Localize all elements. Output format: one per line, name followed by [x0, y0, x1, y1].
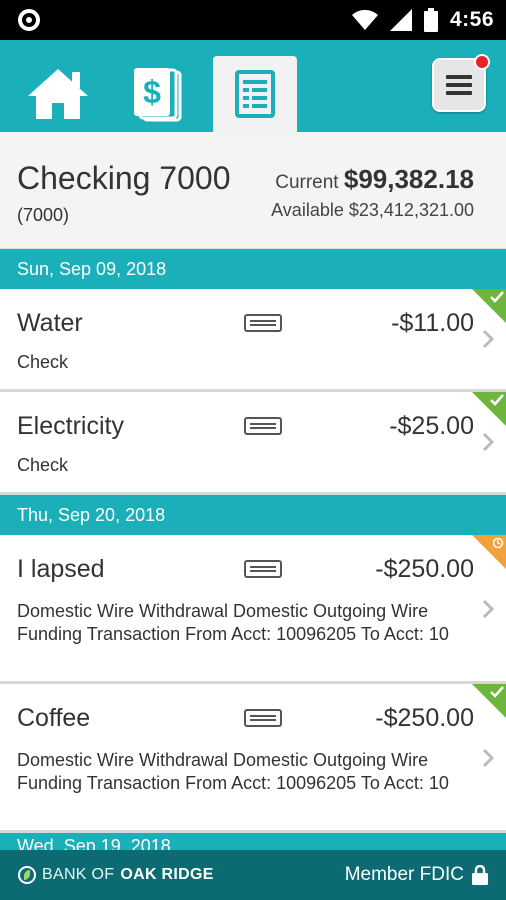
card-icon [244, 314, 282, 332]
footer: BANK OF OAK RIDGE Member FDIC [0, 850, 506, 900]
svg-text:$: $ [143, 74, 161, 110]
transaction-description: Domestic Wire Withdrawal Domestic Outgoi… [17, 601, 449, 644]
date-header: Sun, Sep 09, 2018 [0, 249, 506, 289]
fdic-label: Member FDIC [344, 864, 464, 885]
current-label: Current [275, 172, 339, 193]
home-icon [28, 69, 88, 119]
wifi-icon [351, 9, 378, 30]
available-amount: $23,412,321.00 [348, 200, 474, 220]
chevron-right-icon [482, 599, 494, 619]
bank-logo: BANK OF OAK RIDGE [18, 866, 214, 884]
card-icon [244, 560, 282, 578]
account-name: Checking 7000 [17, 160, 231, 196]
current-amount: $99,382.18 [343, 164, 474, 194]
transaction-amount: -$25.00 [389, 412, 474, 440]
transaction-row[interactable]: Coffee -$250.00 Domestic Wire Withdrawal… [0, 684, 506, 833]
account-summary: Checking 7000 (7000) Current $99,382.18 … [0, 132, 506, 249]
transaction-name: Coffee [17, 704, 91, 732]
status-time: 4:56 [449, 8, 494, 31]
card-icon [244, 709, 282, 727]
checkmark-icon [490, 291, 504, 303]
transaction-name: Water [17, 309, 83, 337]
bank-prefix: BANK OF [42, 866, 115, 883]
transaction-type: Check [17, 455, 69, 475]
transaction-row[interactable]: Electricity -$25.00 Check [0, 392, 506, 495]
current-balance: Current $99,382.18 [275, 164, 474, 195]
menu-button[interactable] [432, 54, 490, 112]
date-header: Thu, Sep 20, 2018 [0, 495, 506, 535]
hamburger-menu-icon [446, 75, 472, 95]
clock-icon [492, 537, 504, 549]
fdic-notice: Member FDIC [345, 864, 488, 886]
transaction-row[interactable]: Water -$11.00 Check [0, 289, 506, 392]
activity-list-icon [235, 70, 275, 118]
tab-activity[interactable] [213, 56, 297, 132]
leaf-logo-icon [18, 866, 36, 884]
transaction-amount: -$250.00 [375, 555, 474, 583]
available-label: Available [271, 200, 344, 220]
battery-icon [423, 8, 438, 32]
chevron-right-icon [482, 748, 494, 768]
dollar-cards-icon: $ [134, 68, 182, 122]
transaction-name: Electricity [17, 412, 124, 440]
tab-accounts[interactable]: $ [116, 56, 200, 132]
checkmark-icon [490, 686, 504, 698]
chevron-right-icon [482, 329, 494, 349]
checkmark-icon [490, 394, 504, 406]
notification-circle-icon [18, 9, 40, 31]
bank-name: OAK RIDGE [120, 866, 214, 883]
transaction-amount: -$250.00 [375, 704, 474, 732]
transaction-row[interactable]: I lapsed -$250.00 Domestic Wire Withdraw… [0, 535, 506, 684]
top-nav: $ [0, 40, 506, 132]
lock-icon [472, 865, 488, 885]
transaction-description: Domestic Wire Withdrawal Domestic Outgoi… [17, 750, 449, 793]
tab-home[interactable] [16, 56, 100, 132]
card-icon [244, 417, 282, 435]
transaction-amount: -$11.00 [391, 309, 474, 337]
notification-badge [474, 54, 490, 70]
available-balance: Available $23,412,321.00 [271, 200, 474, 221]
transaction-type: Check [17, 352, 69, 372]
chevron-right-icon [482, 432, 494, 452]
cell-signal-icon [389, 9, 412, 31]
status-bar: 4:56 [0, 0, 506, 40]
transaction-name: I lapsed [17, 555, 105, 583]
account-number: (7000) [17, 205, 70, 225]
